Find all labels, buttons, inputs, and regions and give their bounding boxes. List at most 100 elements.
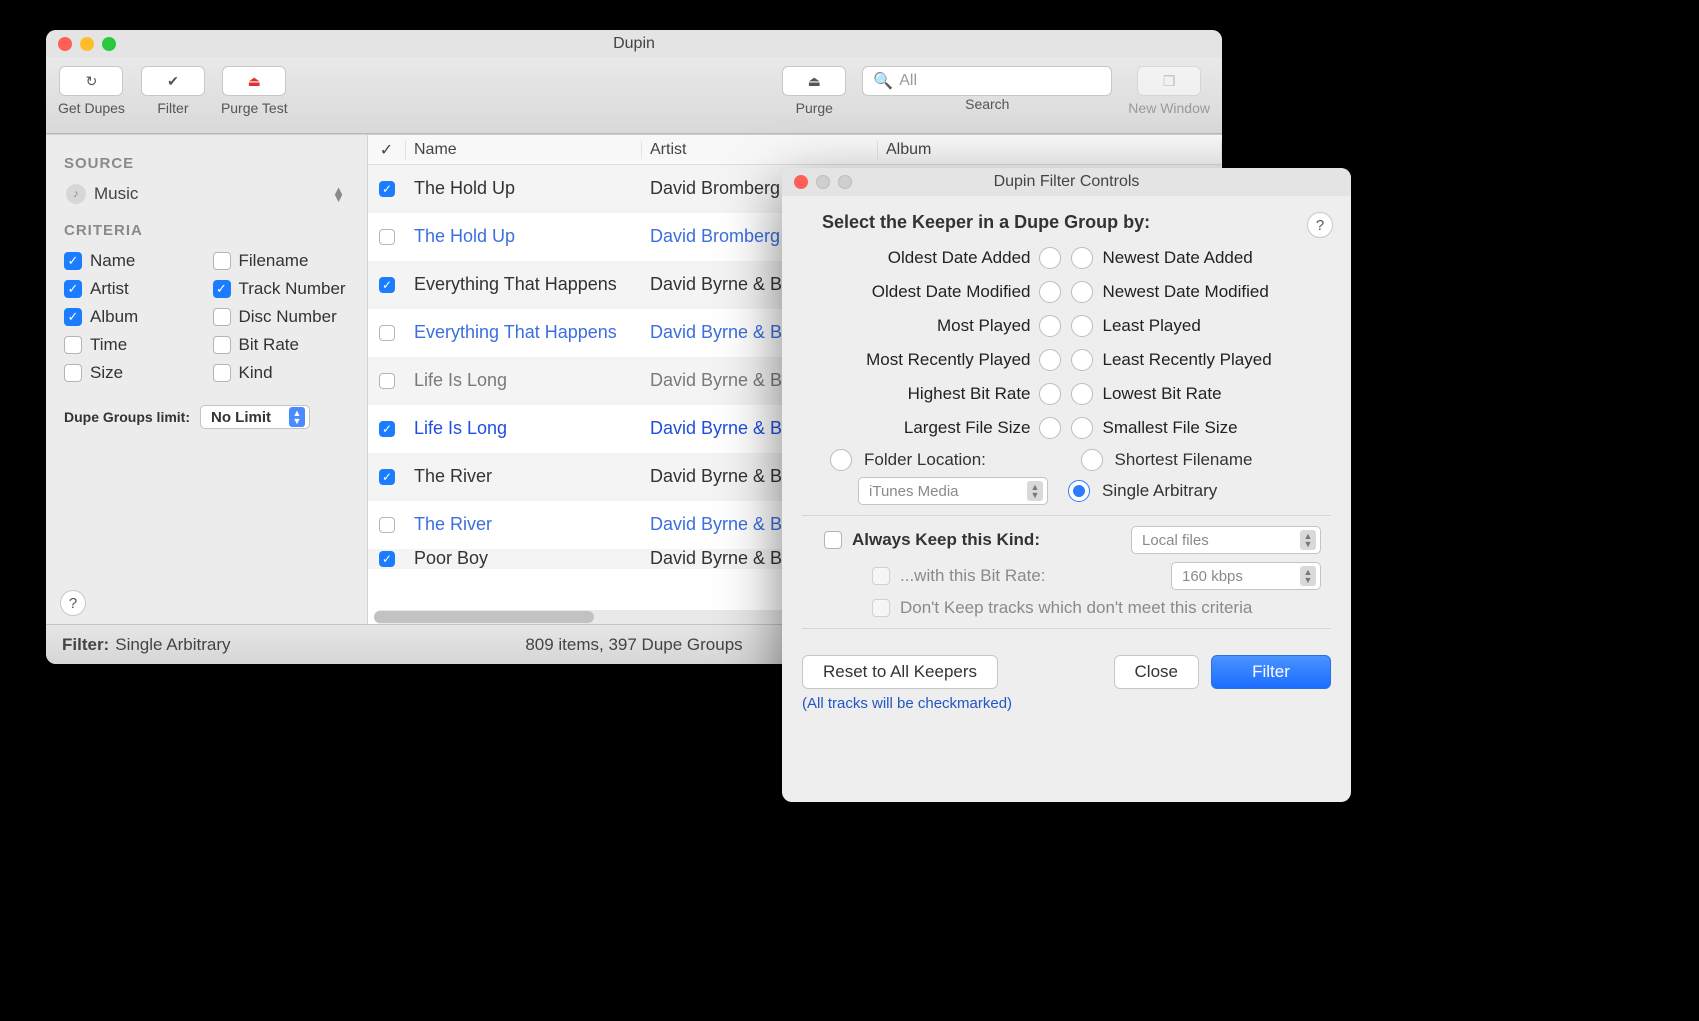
keeper-option-label: Most Recently Played	[812, 350, 1031, 370]
refresh-icon: ↻	[86, 73, 98, 90]
filter-status-label: Filter:	[62, 635, 109, 655]
keeper-radio[interactable]	[1039, 349, 1061, 371]
column-check[interactable]: ✓	[368, 140, 406, 160]
window-title: Dupin	[613, 35, 655, 53]
cell-name: Everything That Happens	[406, 274, 642, 295]
get-dupes-button[interactable]: ↻	[59, 66, 123, 96]
keeper-option-label: Largest File Size	[812, 418, 1031, 438]
eject-icon: ⏏	[808, 73, 821, 90]
always-keep-checkbox[interactable]	[824, 531, 842, 549]
filter-label: Filter	[157, 100, 188, 116]
windows-icon: ❐	[1163, 73, 1176, 90]
close-window-button[interactable]	[58, 37, 72, 51]
new-window-button[interactable]: ❐	[1137, 66, 1201, 96]
folder-location-value: iTunes Media	[869, 483, 959, 500]
keeper-option-label: Smallest File Size	[1103, 418, 1322, 438]
purge-button[interactable]: ⏏	[782, 66, 846, 96]
always-keep-label: Always Keep this Kind:	[852, 530, 1040, 550]
criteria-heading: CRITERIA	[64, 222, 349, 239]
keeper-radio[interactable]	[1039, 247, 1061, 269]
criteria-filename-checkbox[interactable]	[213, 252, 231, 270]
cell-name: The River	[406, 466, 642, 487]
item-count: 809 items, 397 Dupe Groups	[525, 635, 742, 655]
cell-name: Life Is Long	[406, 418, 642, 439]
dupe-limit-select[interactable]: No Limit ▲▼	[200, 405, 310, 429]
radio-shortest-filename[interactable]	[1081, 449, 1103, 471]
row-checkbox[interactable]: ✓	[379, 421, 395, 437]
keeper-radio[interactable]	[1071, 247, 1093, 269]
criteria-size-checkbox[interactable]	[64, 364, 82, 382]
column-album[interactable]: Album	[878, 141, 1222, 159]
all-tracks-note: (All tracks will be checkmarked)	[802, 695, 1331, 712]
cell-name: Poor Boy	[406, 549, 642, 569]
close-filter-window-button[interactable]	[794, 175, 808, 189]
keeper-radio[interactable]	[1071, 349, 1093, 371]
criteria-label: Track Number	[239, 279, 346, 299]
dupe-limit-label: Dupe Groups limit:	[64, 409, 190, 425]
keeper-radio[interactable]	[1039, 315, 1061, 337]
radio-folder-location[interactable]	[830, 449, 852, 471]
chevron-updown-icon: ▲▼	[332, 187, 345, 201]
keeper-radio[interactable]	[1071, 383, 1093, 405]
criteria-label: Disc Number	[239, 307, 337, 327]
keeper-radio[interactable]	[1039, 281, 1061, 303]
keeper-radio[interactable]	[1039, 383, 1061, 405]
zoom-filter-window-button	[838, 175, 852, 189]
row-checkbox[interactable]: ✓	[379, 469, 395, 485]
minimize-window-button[interactable]	[80, 37, 94, 51]
search-input[interactable]: 🔍 All	[862, 66, 1112, 96]
source-selector[interactable]: ♪Music ▲▼	[60, 180, 353, 216]
filter-titlebar[interactable]: Dupin Filter Controls	[782, 168, 1351, 196]
keeper-radio[interactable]	[1039, 417, 1061, 439]
filter-help-button[interactable]: ?	[1307, 212, 1333, 238]
radio-single-arbitrary[interactable]	[1068, 480, 1090, 502]
with-bitrate-checkbox	[872, 567, 890, 585]
single-arbitrary-label: Single Arbitrary	[1102, 481, 1321, 501]
criteria-track number-checkbox[interactable]: ✓	[213, 280, 231, 298]
row-checkbox[interactable]: ✓	[379, 181, 395, 197]
always-keep-kind-select[interactable]: Local files ▲▼	[1131, 526, 1321, 554]
criteria-label: Name	[90, 251, 135, 271]
filter-window-title: Dupin Filter Controls	[994, 173, 1140, 191]
row-checkbox[interactable]	[379, 373, 395, 389]
purge-test-button[interactable]: ⏏	[222, 66, 286, 96]
criteria-label: Size	[90, 363, 123, 383]
search-placeholder: All	[899, 72, 917, 90]
help-button[interactable]: ?	[60, 590, 86, 616]
criteria-label: Artist	[90, 279, 129, 299]
folder-location-select[interactable]: iTunes Media ▲▼	[858, 477, 1048, 505]
criteria-name-checkbox[interactable]: ✓	[64, 252, 82, 270]
keeper-option-label: Highest Bit Rate	[812, 384, 1031, 404]
row-checkbox[interactable]	[379, 229, 395, 245]
dupe-limit-value: No Limit	[211, 409, 271, 426]
criteria-bit rate-checkbox[interactable]	[213, 336, 231, 354]
filter-button[interactable]: ✔	[141, 66, 205, 96]
close-button[interactable]: Close	[1114, 655, 1199, 689]
column-name[interactable]: Name	[406, 141, 642, 159]
keeper-radio[interactable]	[1071, 281, 1093, 303]
keeper-option-label: Oldest Date Added	[812, 248, 1031, 268]
column-artist[interactable]: Artist	[642, 141, 878, 159]
criteria-disc number-checkbox[interactable]	[213, 308, 231, 326]
keeper-heading: Select the Keeper in a Dupe Group by:	[822, 212, 1331, 233]
row-checkbox[interactable]: ✓	[379, 551, 395, 567]
criteria-album-checkbox[interactable]: ✓	[64, 308, 82, 326]
row-checkbox[interactable]	[379, 325, 395, 341]
keeper-radio[interactable]	[1071, 315, 1093, 337]
cell-name: The Hold Up	[406, 226, 642, 247]
reset-keepers-button[interactable]: Reset to All Keepers	[802, 655, 998, 689]
criteria-kind-checkbox[interactable]	[213, 364, 231, 382]
criteria-time-checkbox[interactable]	[64, 336, 82, 354]
minimize-filter-window-button	[816, 175, 830, 189]
main-titlebar[interactable]: Dupin	[46, 30, 1222, 58]
criteria-artist-checkbox[interactable]: ✓	[64, 280, 82, 298]
row-checkbox[interactable]: ✓	[379, 277, 395, 293]
zoom-window-button[interactable]	[102, 37, 116, 51]
row-checkbox[interactable]	[379, 517, 395, 533]
folder-location-label: Folder Location:	[864, 450, 1071, 470]
keeper-radio[interactable]	[1071, 417, 1093, 439]
apply-filter-button[interactable]: Filter	[1211, 655, 1331, 689]
source-heading: SOURCE	[64, 155, 349, 172]
keeper-option-label: Lowest Bit Rate	[1103, 384, 1322, 404]
dont-keep-label: Don't Keep tracks which don't meet this …	[900, 598, 1252, 618]
